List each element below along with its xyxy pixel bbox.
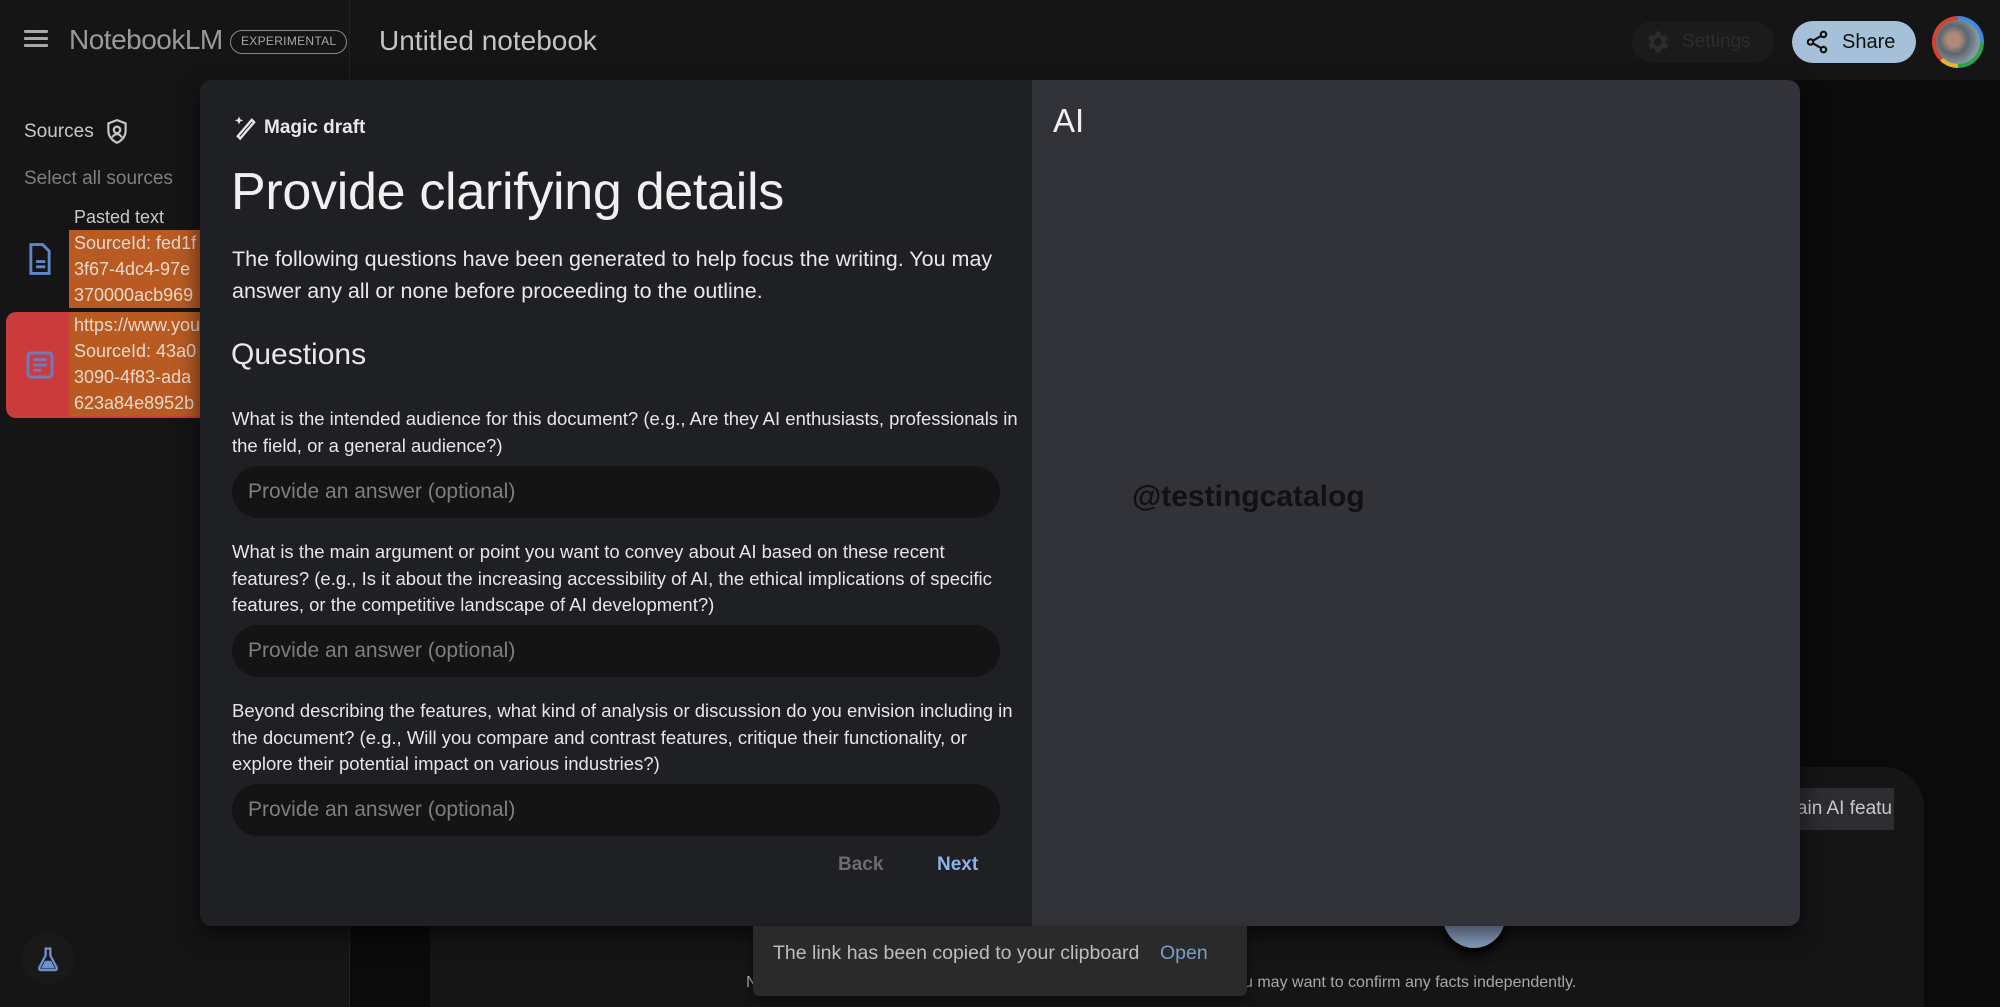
article-icon bbox=[26, 351, 54, 379]
select-all-sources[interactable]: Select all sources bbox=[24, 168, 173, 190]
flask-icon bbox=[38, 947, 58, 972]
snackbar-open-button[interactable]: Open bbox=[1160, 942, 1208, 965]
dialog-form-pane: Magic draft Provide clarifying details T… bbox=[200, 80, 1032, 926]
dialog-title: Provide clarifying details bbox=[231, 163, 784, 221]
question-label: What is the main argument or point you w… bbox=[232, 541, 992, 615]
gear-icon bbox=[1647, 31, 1669, 53]
magic-draft-dialog: Magic draft Provide clarifying details T… bbox=[200, 80, 1800, 926]
snackbar: The link has been copied to your clipboa… bbox=[753, 926, 1247, 996]
user-avatar[interactable] bbox=[1932, 16, 1984, 68]
answer-input-3[interactable] bbox=[232, 784, 1000, 836]
source-title: Pasted text bbox=[74, 207, 165, 227]
settings-label: Settings bbox=[1682, 31, 1751, 52]
questions-heading: Questions bbox=[231, 338, 367, 371]
sources-heading: Sources bbox=[24, 118, 130, 146]
watermark: @testingcatalog bbox=[1132, 480, 1365, 513]
notebook-title[interactable]: Untitled notebook bbox=[379, 25, 597, 57]
share-icon bbox=[1806, 30, 1828, 54]
shield-icon[interactable] bbox=[104, 118, 130, 146]
document-icon bbox=[29, 243, 51, 275]
top-bar: NotebookLM EXPERIMENTAL Untitled noteboo… bbox=[0, 0, 2000, 80]
app-logo: NotebookLM bbox=[69, 24, 223, 55]
labs-button[interactable] bbox=[22, 933, 74, 985]
answer-input-2[interactable] bbox=[232, 625, 1000, 677]
share-button[interactable]: Share bbox=[1792, 21, 1916, 63]
experimental-badge: EXPERIMENTAL bbox=[230, 30, 348, 54]
question-label: What is the intended audience for this d… bbox=[232, 408, 1018, 456]
share-label: Share bbox=[1842, 30, 1896, 53]
snackbar-message: The link has been copied to your clipboa… bbox=[773, 942, 1140, 964]
question-label: Beyond describing the features, what kin… bbox=[232, 700, 1013, 774]
dialog-description: The following questions have been genera… bbox=[232, 247, 993, 303]
disclaimer-text: u may want to confirm any facts independ… bbox=[1244, 974, 1577, 991]
hamburger-menu-icon[interactable] bbox=[18, 26, 54, 56]
next-button[interactable]: Next bbox=[937, 854, 978, 876]
preview-title: AI bbox=[1053, 102, 1085, 139]
dialog-label: Magic draft bbox=[232, 114, 365, 142]
back-button[interactable]: Back bbox=[838, 854, 883, 876]
settings-button[interactable]: Settings bbox=[1632, 21, 1774, 63]
magic-wand-icon bbox=[234, 116, 256, 141]
draft-preview-pane: AI @testingcatalog bbox=[1032, 80, 1800, 926]
sources-title: Sources bbox=[24, 121, 94, 142]
answer-input-1[interactable] bbox=[232, 466, 1000, 518]
suggestion-chip[interactable]: ain AI featu bbox=[1790, 788, 1894, 830]
dialog-label-text: Magic draft bbox=[264, 117, 366, 138]
